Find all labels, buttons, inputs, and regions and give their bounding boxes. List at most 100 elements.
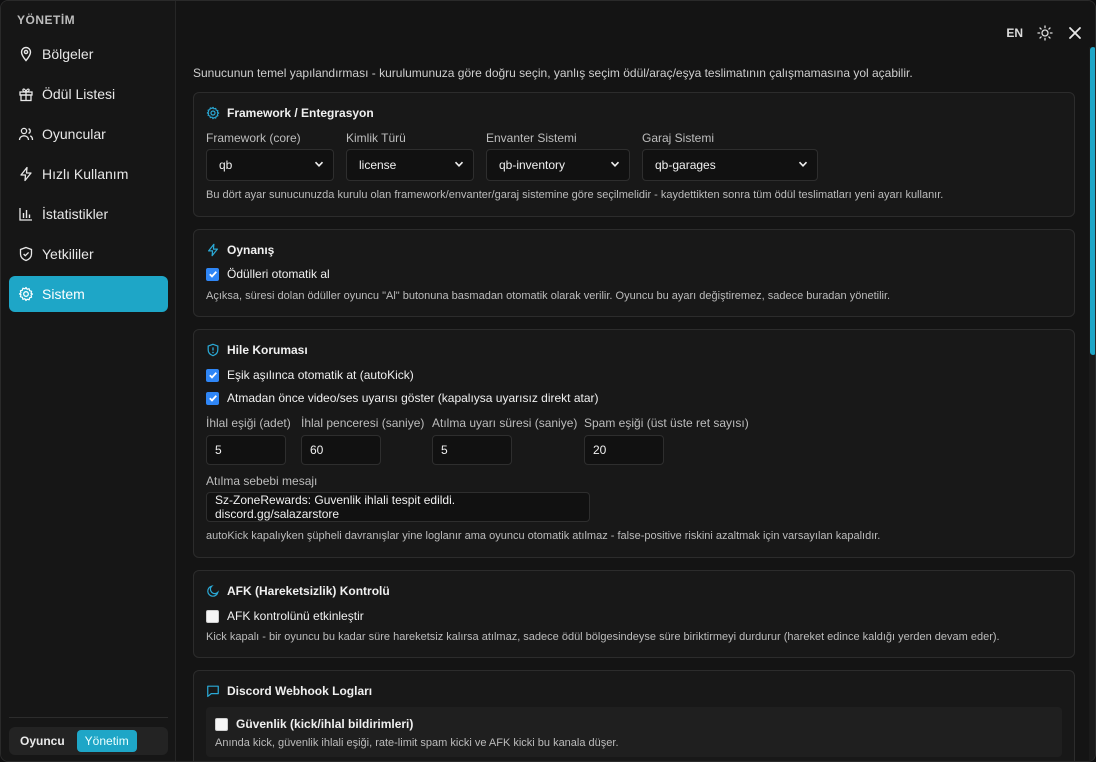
afk-card: AFK (Hareketsizlik) Kontrolü AFK kontrol… <box>193 570 1075 658</box>
scrollbar-thumb[interactable] <box>1090 47 1095 355</box>
discord-title-text: Discord Webhook Logları <box>227 684 373 698</box>
autokick-checkbox-row[interactable]: Eşik aşılınca otomatik at (autoKick) <box>206 368 414 382</box>
afk-enable-checkbox-row[interactable]: AFK kontrolünü etkinleştir <box>206 609 364 623</box>
gameplay-title-text: Oynanış <box>227 243 275 257</box>
chat-icon <box>206 684 220 698</box>
discord-card: Discord Webhook Logları Güvenlik (kick/i… <box>193 670 1075 761</box>
intro-text: Sunucunun temel yapılandırması - kurulum… <box>193 66 913 80</box>
sidebar-item-yetkililer[interactable]: Yetkililer <box>9 236 168 272</box>
afk-enable-label: AFK kontrolünü etkinleştir <box>227 609 364 623</box>
sidebar-item-label: Ödül Listesi <box>42 86 116 102</box>
sidebar-item-odul-listesi[interactable]: Ödül Listesi <box>9 76 168 112</box>
discord-card-title: Discord Webhook Logları <box>206 684 372 698</box>
framework-card-title: Framework / Entegrasyon <box>206 106 374 120</box>
sidebar: YÖNETİM Bölgeler Ödül Listesi Oyuncular <box>1 1 176 761</box>
framework-core-select[interactable]: qb <box>206 149 334 181</box>
identity-type-select[interactable]: license <box>346 149 474 181</box>
mode-switch: Oyuncu Yönetim <box>9 727 168 755</box>
kick-reason-input[interactable]: Sz-ZoneRewards: Guvenlik ihlali tespit e… <box>206 492 590 522</box>
autokick-checkbox[interactable] <box>206 368 219 382</box>
select-value: qb <box>219 158 233 172</box>
kick-warning-duration-input[interactable]: 5 <box>432 435 512 465</box>
users-icon <box>18 126 34 142</box>
autokick-label: Eşik aşılınca otomatik at (autoKick) <box>227 368 414 382</box>
gear-icon <box>18 286 34 302</box>
anticheat-help-text: autoKick kapalıyken şüpheli davranışlar … <box>206 530 881 542</box>
framework-core-label: Framework (core) <box>206 131 301 145</box>
gameplay-help-text: Açıksa, süresi dolan ödüller oyuncu "Al"… <box>206 290 891 302</box>
shield-alert-icon <box>206 343 220 357</box>
webhook-security-checkbox[interactable] <box>215 717 228 731</box>
sidebar-item-oyuncular[interactable]: Oyuncular <box>9 116 168 152</box>
sidebar-item-bolgeler[interactable]: Bölgeler <box>9 36 168 72</box>
afk-title-text: AFK (Hareketsizlik) Kontrolü <box>227 584 390 598</box>
sidebar-item-label: Hızlı Kullanım <box>42 166 129 182</box>
sidebar-item-label: Sistem <box>42 286 85 302</box>
chevron-down-icon <box>609 158 621 173</box>
sidebar-item-sistem[interactable]: Sistem <box>9 276 168 312</box>
framework-help-text: Bu dört ayar sunucunuzda kurulu olan fra… <box>206 189 944 201</box>
moon-icon <box>206 584 220 598</box>
bar-chart-icon <box>18 206 34 222</box>
select-value: license <box>359 158 397 172</box>
anticheat-card-title: Hile Koruması <box>206 343 308 357</box>
violation-window-label: İhlal penceresi (saniye) <box>301 416 425 430</box>
spam-threshold-label: Spam eşiği (üst üste ret sayısı) <box>584 416 749 430</box>
sidebar-item-label: Yetkililer <box>42 246 94 262</box>
spam-threshold-input[interactable]: 20 <box>584 435 664 465</box>
scrollbar[interactable] <box>1089 47 1095 761</box>
language-toggle[interactable]: EN <box>1006 26 1023 40</box>
chevron-down-icon <box>797 158 809 173</box>
gameplay-card-title: Oynanış <box>206 243 274 257</box>
auto-claim-checkbox-row[interactable]: Ödülleri otomatik al <box>206 267 330 281</box>
mode-admin-button[interactable]: Yönetim <box>76 730 137 752</box>
select-value: qb-garages <box>655 158 716 172</box>
sidebar-item-hizli-kullanim[interactable]: Hızlı Kullanım <box>9 156 168 192</box>
anticheat-title-text: Hile Koruması <box>227 343 308 357</box>
anticheat-card: Hile Koruması Eşik aşılınca otomatik at … <box>193 329 1075 558</box>
identity-type-label: Kimlik Türü <box>346 131 406 145</box>
afk-enable-checkbox[interactable] <box>206 609 219 623</box>
violation-threshold-input[interactable]: 5 <box>206 435 286 465</box>
main-panel: EN Sunucunun temel yapılandırması - kuru… <box>177 1 1095 761</box>
webhook-security-desc: Anında kick, güvenlik ihlali eşiği, rate… <box>215 737 619 749</box>
sidebar-item-istatistikler[interactable]: İstatistikler <box>9 196 168 232</box>
sidebar-divider <box>9 717 168 718</box>
sidebar-nav: Bölgeler Ödül Listesi Oyuncular Hızlı Ku… <box>9 36 168 316</box>
webhook-security-checkbox-row[interactable]: Güvenlik (kick/ihlal bildirimleri) <box>215 717 413 731</box>
sidebar-item-label: Bölgeler <box>42 46 94 62</box>
auto-claim-checkbox[interactable] <box>206 267 219 281</box>
gift-icon <box>18 86 34 102</box>
topbar: EN <box>1006 25 1083 41</box>
auto-claim-label: Ödülleri otomatik al <box>227 267 330 281</box>
afk-card-title: AFK (Hareketsizlik) Kontrolü <box>206 584 390 598</box>
framework-card: Framework / Entegrasyon Framework (core)… <box>193 92 1075 217</box>
webhook-security-label: Güvenlik (kick/ihlal bildirimleri) <box>236 717 414 731</box>
gear-icon <box>206 106 220 120</box>
kick-warning-duration-label: Atılma uyarı süresi (saniye) <box>432 416 578 430</box>
close-icon[interactable] <box>1067 25 1083 41</box>
shield-icon <box>18 246 34 262</box>
app-window: YÖNETİM Bölgeler Ödül Listesi Oyuncular <box>0 0 1096 762</box>
kick-reason-label: Atılma sebebi mesajı <box>206 474 318 488</box>
kick-warning-checkbox-row[interactable]: Atmadan önce video/ses uyarısı göster (k… <box>206 391 599 405</box>
gameplay-card: Oynanış Ödülleri otomatik al Açıksa, sür… <box>193 229 1075 317</box>
afk-help-text: Kick kapalı - bir oyuncu bu kadar süre h… <box>206 631 1000 643</box>
inventory-system-label: Envanter Sistemi <box>486 131 577 145</box>
lightning-icon <box>206 243 220 257</box>
mode-player-button[interactable]: Oyuncu <box>12 730 73 752</box>
webhook-security-item: Güvenlik (kick/ihlal bildirimleri) Anınd… <box>206 707 1062 757</box>
garage-system-select[interactable]: qb-garages <box>642 149 818 181</box>
inventory-system-select[interactable]: qb-inventory <box>486 149 630 181</box>
kick-warning-label: Atmadan önce video/ses uyarısı göster (k… <box>227 391 599 405</box>
lightning-icon <box>18 166 34 182</box>
sun-icon[interactable] <box>1037 25 1053 41</box>
sidebar-item-label: Oyuncular <box>42 126 106 142</box>
violation-window-input[interactable]: 60 <box>301 435 381 465</box>
framework-title-text: Framework / Entegrasyon <box>227 106 374 120</box>
kick-warning-checkbox[interactable] <box>206 391 219 405</box>
sidebar-item-label: İstatistikler <box>42 206 109 222</box>
select-value: qb-inventory <box>499 158 566 172</box>
map-pin-icon <box>18 46 34 62</box>
violation-threshold-label: İhlal eşiği (adet) <box>206 416 291 430</box>
